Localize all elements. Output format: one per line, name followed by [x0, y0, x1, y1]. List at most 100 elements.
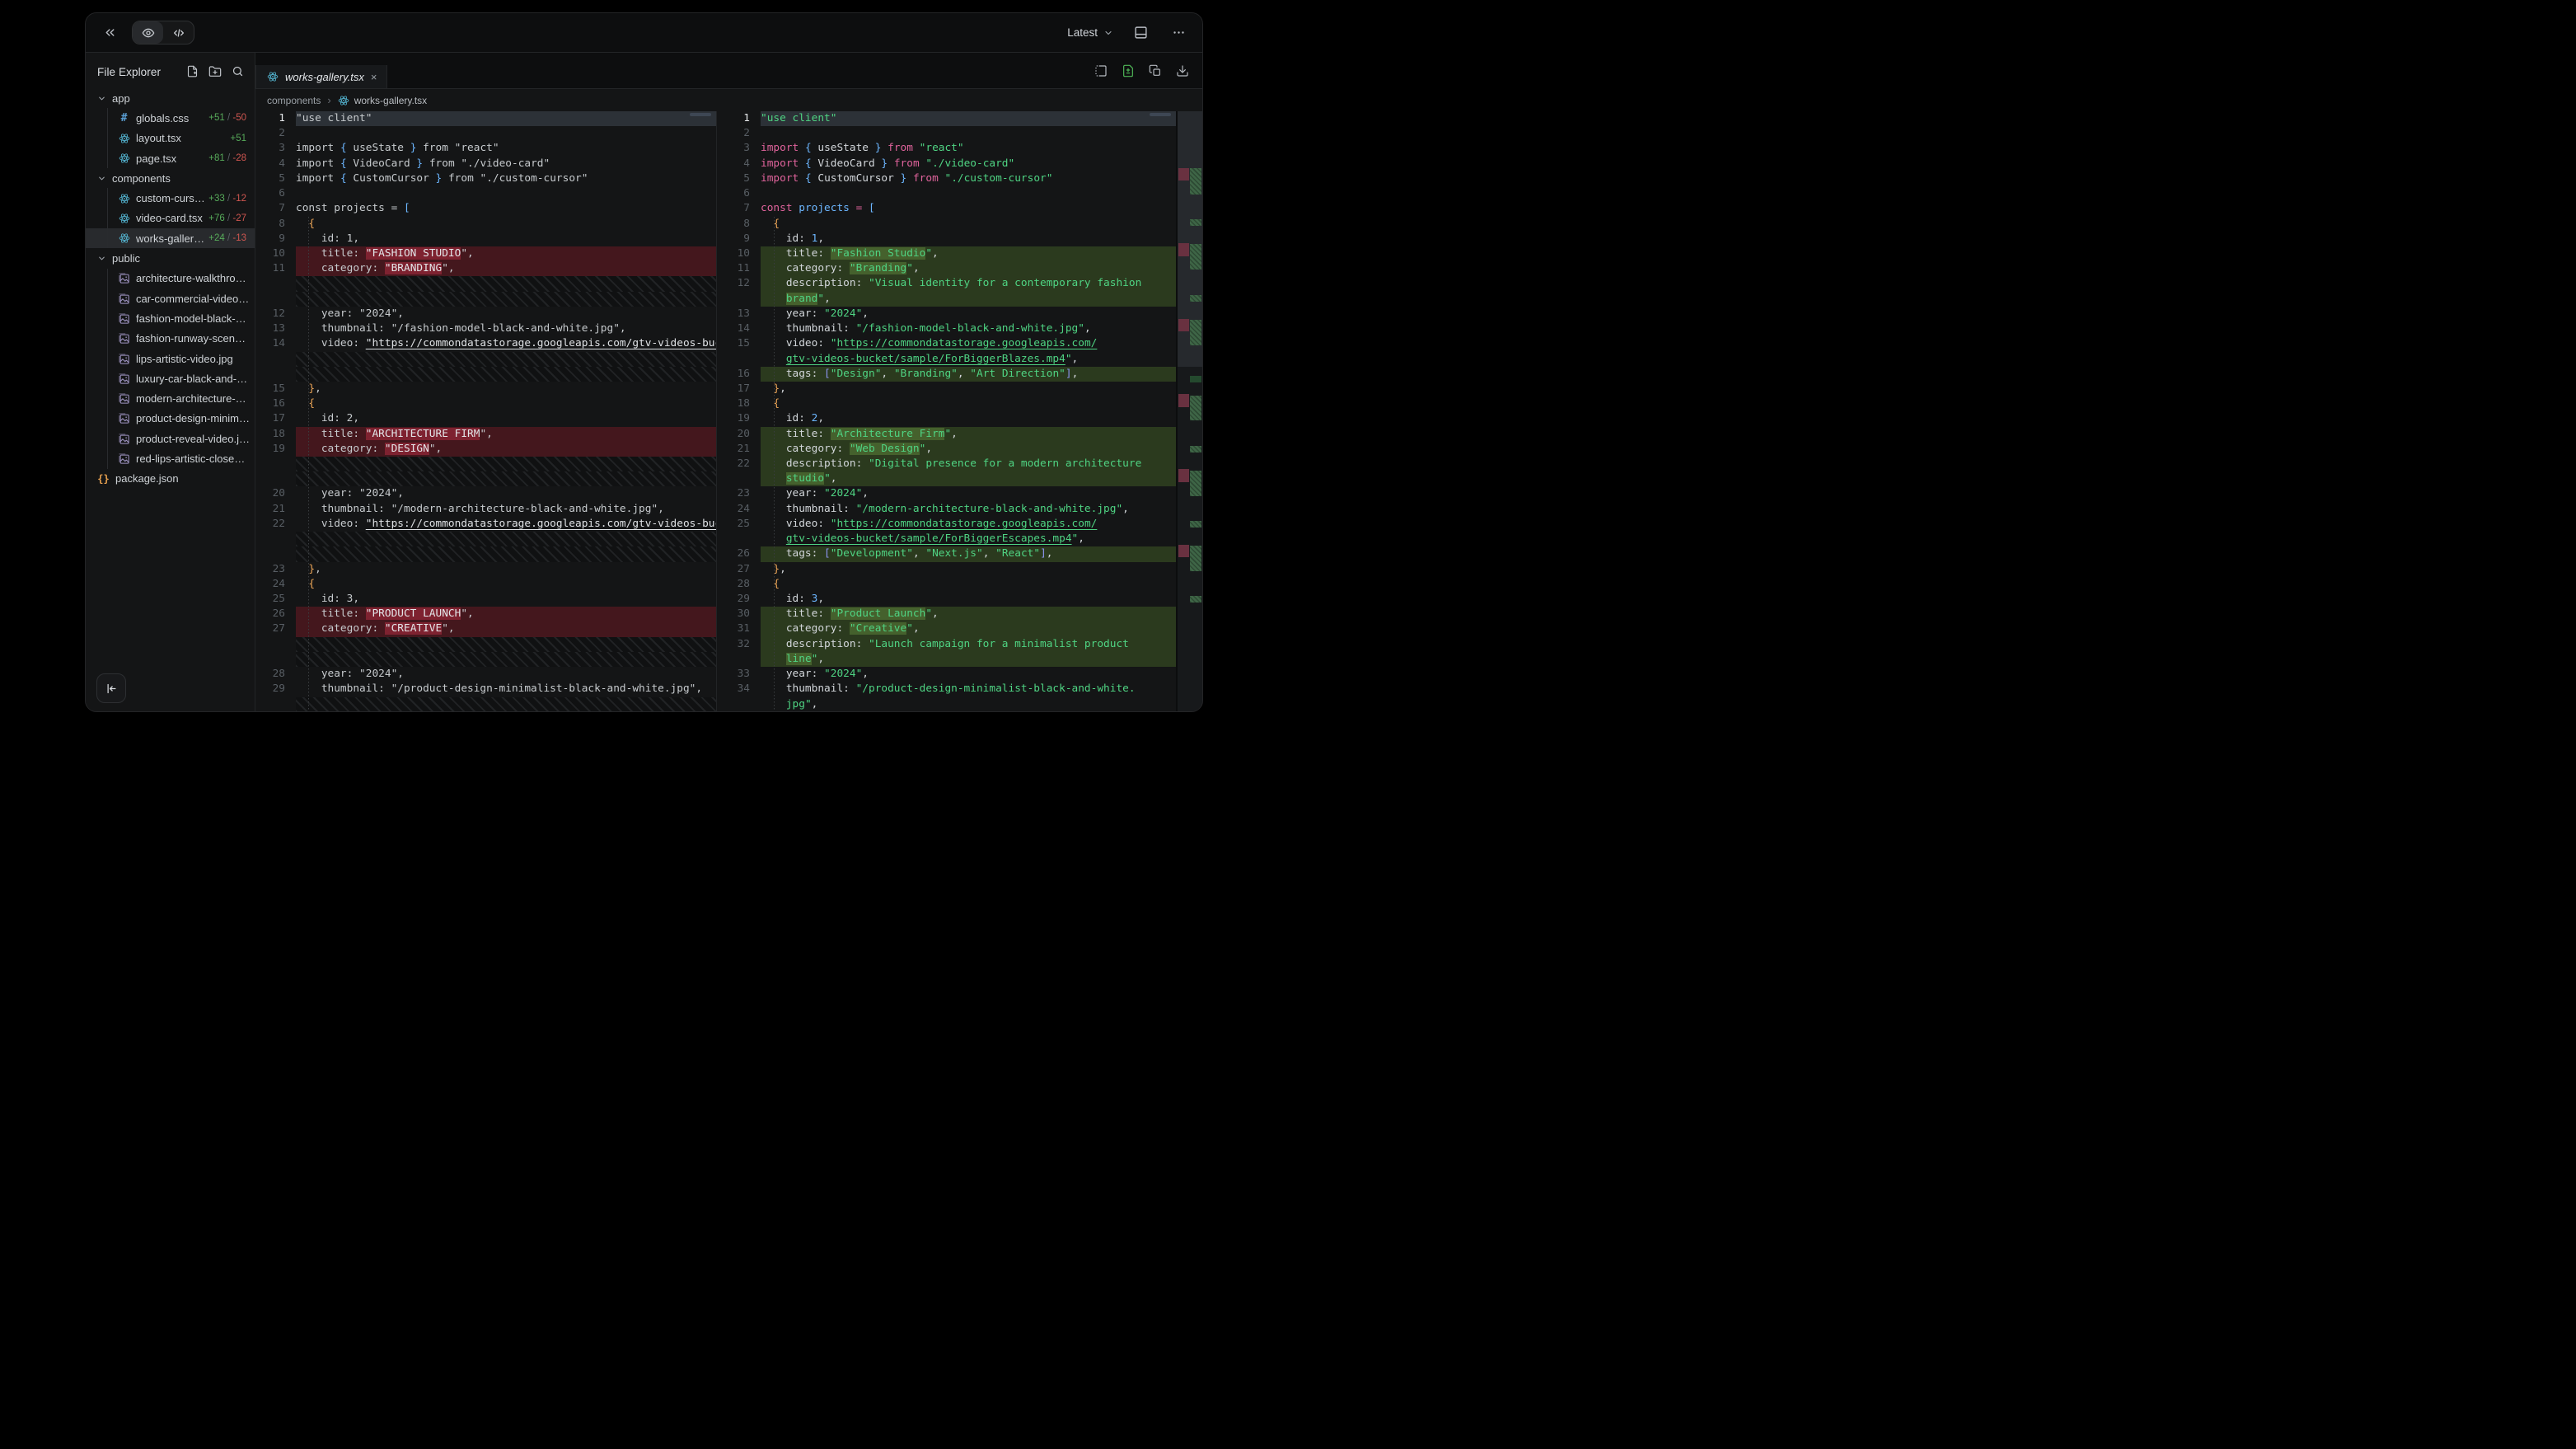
code-row[interactable]: 9 id: 1, — [717, 232, 1176, 246]
code-row[interactable]: studio", — [717, 471, 1176, 486]
code-row[interactable]: 12 description: "Visual identity for a c… — [717, 276, 1176, 291]
version-dropdown[interactable]: Latest — [1067, 26, 1113, 39]
code-row[interactable]: 18 { — [717, 396, 1176, 411]
code-row[interactable]: 32 description: "Launch campaign for a m… — [717, 637, 1176, 652]
code-row[interactable]: 16 tags: ["Design", "Branding", "Art Dir… — [717, 367, 1176, 382]
code-row[interactable]: 21 category: "Web Design", — [717, 442, 1176, 457]
code-row[interactable]: 29 id: 3, — [717, 592, 1176, 607]
code-row[interactable]: 16 { — [255, 396, 716, 411]
file-item[interactable]: layout.tsx+51 — [86, 129, 255, 148]
code-row[interactable]: 13 year: "2024", — [717, 307, 1176, 321]
search-icon[interactable] — [232, 65, 244, 78]
code-row[interactable]: 15 video: "https://commondatastorage.goo… — [717, 336, 1176, 351]
code-row[interactable]: 31 category: "Creative", — [717, 621, 1176, 636]
code-row[interactable]: 26 title: "PRODUCT LAUNCH", — [255, 607, 716, 621]
panel-bottom-icon[interactable] — [1130, 22, 1151, 44]
code-row[interactable]: 7const projects = [ — [255, 201, 716, 216]
file-item[interactable]: car-commercial-video… — [86, 288, 255, 308]
breadcrumb-folder[interactable]: components — [267, 95, 321, 106]
file-item[interactable]: lips-artistic-video.jpg — [86, 349, 255, 368]
tab-works-gallery[interactable]: works-gallery.tsx × — [255, 65, 387, 88]
file-item[interactable]: product-reveal-video.j… — [86, 429, 255, 448]
code-row[interactable]: 25 id: 3, — [255, 592, 716, 607]
overview-ruler[interactable] — [1176, 111, 1202, 712]
diff-pane-original[interactable]: 1"use client"23import { useState } from … — [255, 111, 717, 712]
code-row[interactable]: 1"use client" — [717, 111, 1176, 126]
code-row[interactable]: 20 title: "Architecture Firm", — [717, 427, 1176, 442]
file-item[interactable]: video-card.tsx+76 / -27 — [86, 209, 255, 228]
file-item[interactable]: modern-architecture-… — [86, 388, 255, 408]
code-row[interactable]: 1"use client" — [255, 111, 716, 126]
code-row[interactable]: 19 category: "DESIGN", — [255, 442, 716, 457]
folder-item-app[interactable]: app — [86, 88, 255, 108]
code-toggle-button[interactable] — [163, 21, 194, 44]
code-row[interactable]: 22 video: "https://commondatastorage.goo… — [255, 517, 716, 532]
breadcrumb-file[interactable]: works-gallery.tsx — [354, 95, 427, 106]
code-row[interactable]: 33 year: "2024", — [717, 667, 1176, 682]
code-row[interactable]: 5import { CustomCursor } from "./custom-… — [717, 171, 1176, 186]
code-row[interactable]: 24 { — [255, 577, 716, 592]
code-row[interactable]: 22 description: "Digital presence for a … — [717, 457, 1176, 471]
code-row[interactable]: 17 id: 2, — [255, 411, 716, 426]
code-row[interactable]: 19 id: 2, — [717, 411, 1176, 426]
file-item[interactable]: fashion-runway-scen… — [86, 329, 255, 349]
code-row[interactable]: gtv-videos-bucket/sample/ForBiggerEscape… — [717, 532, 1176, 546]
code-row[interactable]: 3import { useState } from "react" — [255, 141, 716, 156]
code-row[interactable]: 5import { CustomCursor } from "./custom-… — [255, 171, 716, 186]
scrollbar-thumb[interactable] — [690, 113, 711, 116]
new-folder-icon[interactable] — [208, 65, 222, 78]
code-row[interactable]: 24 thumbnail: "/modern-architecture-blac… — [717, 502, 1176, 517]
diff-file-icon[interactable] — [1122, 64, 1135, 77]
code-row[interactable]: 14 video: "https://commondatastorage.goo… — [255, 336, 716, 351]
download-icon[interactable] — [1176, 64, 1189, 77]
code-row[interactable]: line", — [717, 652, 1176, 667]
code-row[interactable]: 25 video: "https://commondatastorage.goo… — [717, 517, 1176, 532]
folder-item-public[interactable]: public — [86, 248, 255, 268]
code-row[interactable]: 29 thumbnail: "/product-design-minimalis… — [255, 682, 716, 696]
code-row[interactable]: 14 thumbnail: "/fashion-model-black-and-… — [717, 321, 1176, 336]
code-row[interactable]: 6 — [717, 186, 1176, 201]
code-row[interactable]: 3import { useState } from "react" — [717, 141, 1176, 156]
file-item[interactable]: #globals.css+51 / -50 — [86, 108, 255, 128]
code-row[interactable]: 7const projects = [ — [717, 201, 1176, 216]
code-row[interactable]: jpg", — [717, 697, 1176, 712]
collapse-sidebar-button[interactable] — [96, 673, 126, 703]
code-row[interactable]: 17 }, — [717, 382, 1176, 396]
code-row[interactable]: 27 }, — [717, 562, 1176, 577]
diff-pane-modified[interactable]: 1"use client"23import { useState } from … — [717, 111, 1202, 712]
code-row[interactable]: 10 title: "FASHION STUDIO", — [255, 246, 716, 261]
code-row[interactable]: 9 id: 1, — [255, 232, 716, 246]
code-row[interactable]: 4import { VideoCard } from "./video-card… — [717, 157, 1176, 171]
scrollbar-thumb[interactable] — [1150, 113, 1171, 116]
code-row[interactable]: 15 }, — [255, 382, 716, 396]
code-row[interactable]: 20 year: "2024", — [255, 486, 716, 501]
code-row[interactable]: 23 }, — [255, 562, 716, 577]
code-row[interactable]: 11 category: "BRANDING", — [255, 261, 716, 276]
code-row[interactable]: 30 title: "Product Launch", — [717, 607, 1176, 621]
code-row[interactable]: 2 — [255, 126, 716, 141]
file-item[interactable]: product-design-minim… — [86, 409, 255, 429]
code-row[interactable]: brand", — [717, 292, 1176, 307]
file-item[interactable]: fashion-model-black-… — [86, 308, 255, 328]
code-row[interactable]: 12 year: "2024", — [255, 307, 716, 321]
code-row[interactable]: gtv-videos-bucket/sample/ForBiggerBlazes… — [717, 352, 1176, 367]
file-item[interactable]: page.tsx+81 / -28 — [86, 148, 255, 168]
code-row[interactable]: 23 year: "2024", — [717, 486, 1176, 501]
file-item[interactable]: architecture-walkthro… — [86, 269, 255, 288]
preview-toggle-button[interactable] — [133, 21, 163, 44]
code-row[interactable]: 2 — [717, 126, 1176, 141]
file-item[interactable]: red-lips-artistic-close… — [86, 448, 255, 468]
code-row[interactable]: 27 category: "CREATIVE", — [255, 621, 716, 636]
split-view-icon[interactable] — [1094, 64, 1108, 77]
code-row[interactable]: 8 { — [255, 217, 716, 232]
code-row[interactable]: 6 — [255, 186, 716, 201]
ellipsis-icon[interactable] — [1168, 22, 1189, 44]
code-row[interactable]: 28 year: "2024", — [255, 667, 716, 682]
file-item[interactable]: custom-curs…+33 / -12 — [86, 188, 255, 208]
new-file-icon[interactable] — [186, 65, 199, 78]
code-row[interactable]: 28 { — [717, 577, 1176, 592]
code-row[interactable]: 8 { — [717, 217, 1176, 232]
chevrons-left-icon[interactable] — [99, 22, 120, 44]
copy-icon[interactable] — [1149, 64, 1162, 77]
code-row[interactable]: 13 thumbnail: "/fashion-model-black-and-… — [255, 321, 716, 336]
